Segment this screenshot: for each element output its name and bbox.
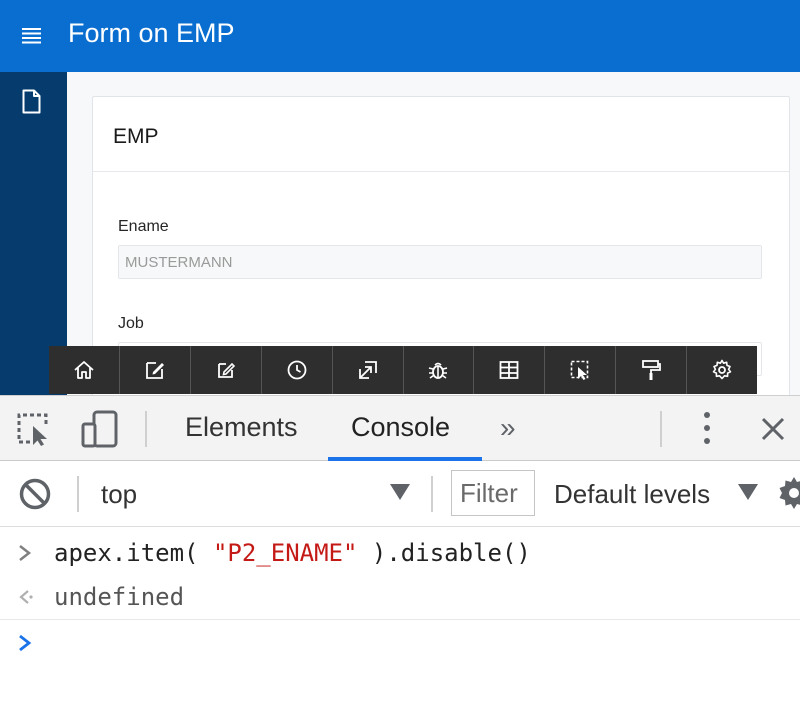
command-string-arg: "P2_ENAME" [212,539,358,567]
edit-page-button[interactable] [120,346,191,394]
ename-label: Ename [118,218,169,235]
page-icon[interactable] [22,89,41,114]
console-command: apex.item( "P2_ENAME" ).disable() [54,539,531,567]
home-icon [74,361,94,379]
app-header: Form on EMP [0,0,800,72]
chevron-right-icon [19,545,32,561]
console-toolbar-separator [77,476,79,512]
developer-toolbar [49,346,757,394]
device-toolbar-icon[interactable] [80,410,120,448]
view-button[interactable] [333,346,404,394]
quick-edit-icon [217,362,235,378]
theme-roller-button[interactable] [616,346,688,394]
devtools-panel: Elements Console » top Default levels [0,395,800,712]
command-prefix: apex.item( [54,539,213,567]
prompt-chevron-icon [19,634,32,652]
filter-input[interactable] [451,470,535,516]
kebab-menu-icon[interactable] [698,408,716,448]
edit-page-icon [145,362,164,379]
session-icon [287,360,307,380]
debug-button[interactable] [404,346,475,394]
select-icon [570,360,589,380]
close-icon[interactable] [760,416,786,442]
tabbar-separator-right [660,411,662,447]
select-button[interactable] [545,346,617,394]
quick-edit-button[interactable] [191,346,262,394]
console-divider [0,619,800,620]
clear-console-icon[interactable] [18,477,52,511]
apex-app: Form on EMP EMP Ename Job [0,0,800,395]
tab-console[interactable]: Console [351,412,450,443]
context-selector[interactable]: top [101,479,137,510]
session-button[interactable] [262,346,333,394]
theme-roller-icon [642,360,662,380]
view-icon [358,361,377,379]
chevron-down-icon[interactable] [737,483,759,501]
console-result: undefined [54,583,185,611]
app-title: Form on EMP [68,18,235,48]
console-input-line: apex.item( "P2_ENAME" ).disable() [0,533,800,579]
tab-elements[interactable]: Elements [185,412,298,443]
result-arrow-icon [19,590,33,604]
console-prompt-line[interactable] [0,623,800,669]
console-toolbar: top Default levels [0,461,800,527]
debug-icon [429,362,448,379]
inspect-element-icon[interactable] [16,412,54,446]
devtools-tabbar: Elements Console » [0,395,800,461]
grid-layout-icon [499,361,519,379]
tabbar-separator [145,411,147,447]
console-result-line: undefined [0,577,800,623]
job-label: Job [118,315,144,332]
settings-button[interactable] [687,346,757,394]
command-suffix: ).disable() [357,539,531,567]
hamburger-menu-icon[interactable] [22,26,41,45]
grid-layout-button[interactable] [474,346,546,394]
ename-input[interactable] [118,245,762,279]
region-title: EMP [113,125,159,148]
gear-icon [712,359,732,380]
region-divider [93,171,789,172]
console-settings-icon[interactable] [776,475,800,511]
more-tabs-icon[interactable]: » [500,412,515,444]
log-levels-selector[interactable]: Default levels [554,479,710,510]
console-toolbar-separator-2 [431,476,433,512]
chevron-down-icon[interactable] [389,483,411,501]
home-button[interactable] [49,346,120,394]
